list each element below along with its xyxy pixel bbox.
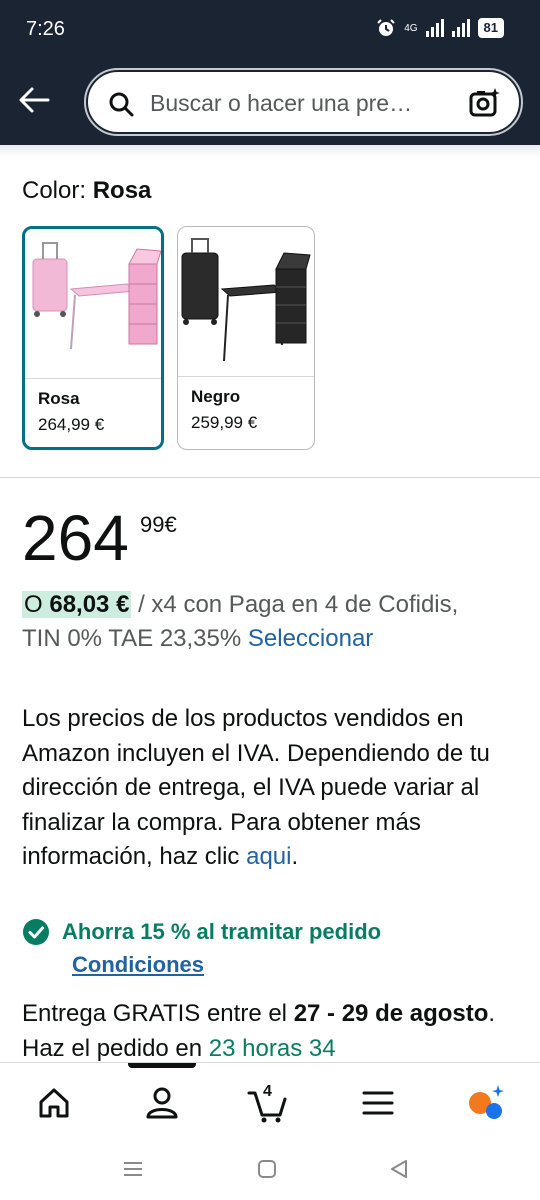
price-whole: 264 [22, 502, 129, 574]
delivery-info: Entrega GRATIS entre el 27 - 29 de agost… [22, 1000, 496, 1062]
battery-icon: 81 [477, 18, 504, 38]
status-icons: 4G 81 [376, 18, 504, 38]
section-divider [0, 477, 540, 478]
color-option-negro[interactable]: Negro 259,99 € [177, 226, 315, 450]
account-icon[interactable] [140, 1081, 184, 1125]
cart-button[interactable]: 4 [246, 1081, 290, 1125]
color-option-name: Negro [191, 387, 241, 406]
bottom-nav: 4 [0, 1062, 540, 1142]
delivery-dates: 27 - 29 de agosto [293, 1000, 489, 1027]
selected-color: Rosa [92, 177, 152, 204]
top-bar: 7:26 4G 81 Buscar o hacer una pre… [0, 0, 540, 145]
arrow-left-icon[interactable] [18, 86, 50, 114]
installment-offer: O 68,03 € / x4 con Paga en 4 de Cofidis,… [22, 591, 459, 652]
product-image-negro [178, 227, 314, 377]
product-image-rosa [25, 229, 161, 379]
product-price: 264 99€ [22, 500, 177, 576]
system-nav-bar [0, 1142, 540, 1200]
signal-icon [425, 19, 444, 37]
alarm-icon [377, 19, 395, 36]
conditions-link[interactable]: Condiciones [72, 952, 204, 978]
color-option-price: 259,99 € [191, 413, 258, 432]
search-bar[interactable]: Buscar o hacer una pre… [84, 68, 523, 136]
search-input[interactable]: Buscar o hacer una pre… [150, 90, 412, 117]
home-button-icon[interactable] [256, 1158, 278, 1180]
back-button-icon[interactable] [388, 1158, 410, 1180]
active-tab-indicator [128, 1063, 196, 1068]
search-icon [109, 92, 134, 117]
savings-text: Ahorra 15 % al tramitar pedido [62, 919, 382, 944]
home-icon[interactable] [32, 1081, 76, 1125]
signal-icon-2 [451, 19, 470, 37]
rufus-icon[interactable] [464, 1081, 508, 1125]
installment-highlight: O 68,03 € [22, 591, 132, 618]
camera-sparkle-icon[interactable] [469, 87, 501, 119]
select-installments-link[interactable]: Seleccionar [248, 625, 373, 652]
recent-apps-icon[interactable] [122, 1158, 144, 1180]
vat-notice: Los precios de los productos vendidos en… [22, 705, 490, 870]
more-info-link[interactable]: aqui [246, 843, 291, 870]
network-type: 4G [404, 22, 418, 34]
order-countdown: 23 horas 34 [208, 1035, 336, 1062]
price-fraction: 99€ [140, 512, 177, 537]
menu-icon[interactable] [356, 1081, 400, 1125]
color-option-name: Rosa [38, 389, 80, 408]
color-option-rosa[interactable]: Rosa 264,99 € [22, 226, 164, 450]
cart-count: 4 [263, 1083, 272, 1100]
check-circle-icon [23, 919, 49, 945]
status-time: 7:26 [26, 18, 65, 40]
savings-badge: Ahorra 15 % al tramitar pedido [22, 918, 381, 946]
header-shadow [0, 145, 540, 157]
color-option-price: 264,99 € [38, 415, 105, 434]
color-label: Color: Rosa [22, 177, 152, 204]
status-bar: 7:26 4G 81 [0, 0, 540, 60]
